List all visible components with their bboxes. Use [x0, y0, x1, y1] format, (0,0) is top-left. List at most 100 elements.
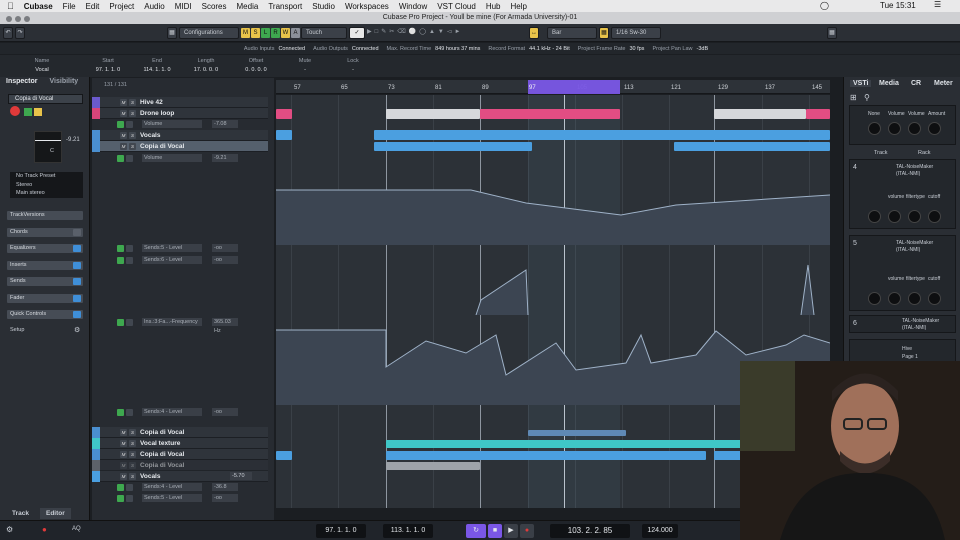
track-name[interactable]: Vocals	[140, 130, 160, 141]
event-drone[interactable]	[276, 109, 292, 119]
section-inserts[interactable]: Inserts	[7, 261, 83, 270]
event-copia-di-vocal[interactable]	[386, 451, 706, 460]
track-volume-value[interactable]: -5.70	[230, 472, 252, 480]
tab-visibility[interactable]: Visibility	[44, 77, 85, 87]
snap-icon[interactable]: ↔	[529, 26, 539, 39]
event-copia-di-vocal[interactable]	[528, 430, 626, 436]
automation-lane[interactable]: Sends:6 - Level -oo	[100, 256, 268, 265]
lane-param[interactable]: Volume	[142, 154, 202, 162]
section-equalizers[interactable]: Equalizers	[7, 244, 83, 253]
undo-icon[interactable]: ↶	[3, 26, 13, 39]
automation-lane[interactable]: Sends:5 - Level -oo	[100, 494, 268, 503]
menu-transport[interactable]: Transport	[268, 2, 302, 11]
quick-control-knob[interactable]	[888, 292, 901, 305]
menu-window[interactable]: Window	[399, 2, 427, 11]
track-name[interactable]: Copia di Vocal	[140, 141, 184, 152]
info-offset[interactable]: Offset 0. 0. 0. 0	[236, 57, 276, 75]
loop-range[interactable]: 97	[528, 80, 620, 94]
lane-value[interactable]: 365.03 Hz	[212, 318, 238, 334]
section-fader-toggle[interactable]	[73, 295, 81, 302]
volume-automation-curve[interactable]	[276, 155, 830, 275]
edit-tools[interactable]: ▶□✎✂⌫⚪◯▲▼◅►	[367, 26, 527, 39]
lane-value[interactable]: -9.21	[212, 154, 238, 162]
automation-lane[interactable]: Volume -7.08	[100, 120, 268, 129]
quick-control-knob[interactable]	[888, 122, 901, 135]
automation-lane[interactable]: Sends:4 - Level -oo	[100, 408, 268, 417]
track-section-label[interactable]: Track	[874, 150, 888, 156]
section-setup[interactable]: Setup	[10, 327, 24, 333]
position-display[interactable]: 103. 2. 2. 85	[550, 524, 630, 538]
event-copia-di-vocal[interactable]	[374, 142, 532, 151]
stop-button[interactable]: ■	[488, 524, 502, 538]
tab-cr[interactable]: CR	[911, 80, 921, 87]
window-layout-icon[interactable]: ▦	[827, 26, 837, 39]
left-locator[interactable]: 97. 1. 1. 0	[316, 524, 366, 538]
menu-hub[interactable]: Hub	[486, 2, 501, 11]
menu-scores[interactable]: Scores	[202, 2, 227, 11]
event-drone[interactable]	[480, 109, 620, 119]
instrument-slot[interactable]: 6 TAL-NoiseMaker (ITAL-NMI)	[849, 315, 956, 333]
track-name[interactable]: Vocals	[140, 471, 160, 482]
auto-quantize-label[interactable]: AQ	[72, 526, 81, 532]
lane-param[interactable]: Sends:4 - Level	[142, 408, 202, 416]
instrument-slot[interactable]: Hive Page 1	[849, 339, 956, 363]
menu-help[interactable]: Help	[511, 2, 527, 11]
mode-l[interactable]: L	[261, 27, 270, 38]
menu-studio[interactable]: Studio	[312, 2, 335, 11]
tab-vsti[interactable]: VSTi	[850, 80, 872, 87]
search-icon[interactable]: ⚲	[864, 93, 870, 102]
read-automation-button[interactable]	[24, 108, 32, 116]
section-quick-controls[interactable]: Quick Controls	[7, 310, 83, 319]
quick-control-knob[interactable]	[868, 122, 881, 135]
tempo-display[interactable]: 124.000	[642, 524, 678, 538]
play-button[interactable]: ▶	[504, 524, 518, 538]
tab-meter[interactable]: Meter	[934, 80, 953, 87]
track-name[interactable]: Copia di Vocal	[140, 449, 184, 460]
quick-control-knob[interactable]	[908, 210, 921, 223]
track-row-selected[interactable]: M S Copia di Vocal	[92, 141, 268, 152]
section-sends-toggle[interactable]	[73, 278, 81, 285]
info-end[interactable]: End 114. 1. 1. 0	[137, 57, 177, 75]
settings-icon[interactable]: ⚙	[6, 525, 13, 534]
track-row[interactable]: M S Vocals	[92, 130, 268, 141]
event-vocals[interactable]	[374, 130, 830, 140]
output-routing-field[interactable]: Main stereo	[16, 189, 83, 198]
quick-control-knob[interactable]	[888, 210, 901, 223]
cycle-button[interactable]: ↻	[466, 524, 486, 538]
section-sends[interactable]: Sends	[7, 277, 83, 286]
quantize-icon[interactable]: ▦	[599, 26, 609, 39]
lane-param[interactable]: Sends:4 - Level	[142, 483, 202, 491]
section-inserts-toggle[interactable]	[73, 262, 81, 269]
event-drone[interactable]	[386, 109, 480, 119]
event-copia-di-vocal[interactable]	[674, 142, 830, 151]
lane-value[interactable]: -oo	[212, 494, 238, 502]
section-chords-toggle[interactable]	[73, 229, 81, 236]
menu-workspaces[interactable]: Workspaces	[345, 2, 389, 11]
automation-lane[interactable]: Ins.:3:Fa...-Frequency 365.03 Hz	[100, 318, 268, 334]
info-start[interactable]: Start 97. 1. 1. 0	[88, 57, 128, 75]
track-row[interactable]: M S Copia di Vocal	[92, 427, 268, 438]
section-equalizers-toggle[interactable]	[73, 245, 81, 252]
lane-value[interactable]: -oo	[212, 256, 238, 264]
event-copia-di-vocal-muted[interactable]	[386, 462, 480, 470]
track-row-disabled[interactable]: M S Copia di Vocal	[92, 460, 268, 471]
rack-section-label[interactable]: Rack	[918, 150, 931, 156]
lane-value[interactable]: -7.08	[212, 120, 238, 128]
menu-vst-cloud[interactable]: VST Cloud	[437, 2, 476, 11]
layout-icon[interactable]: ▦	[167, 26, 177, 39]
track-row[interactable]: M S Drone loop	[92, 108, 268, 119]
app-menu[interactable]: Cubase	[24, 2, 53, 11]
lane-param[interactable]: Ins.:3:Fa...-Frequency	[142, 318, 202, 326]
tab-inspector[interactable]: Inspector	[0, 77, 44, 87]
track-name[interactable]: Copia di Vocal	[140, 460, 184, 471]
right-locator[interactable]: 113. 1. 1. 0	[383, 524, 433, 538]
volume-fader-display[interactable]	[34, 131, 62, 163]
instrument-slot[interactable]: 4 TAL-NoiseMaker (ITAL-NMI) volume filte…	[849, 159, 956, 229]
track-name[interactable]: Hive 42	[140, 97, 163, 108]
sends-automation-curve[interactable]	[276, 260, 830, 315]
section-chords[interactable]: Chords	[7, 228, 83, 237]
record-mode-icon[interactable]: ●	[42, 525, 47, 534]
lane-param[interactable]: Sends:5 - Level	[142, 494, 202, 502]
wifi-icon[interactable]: ◯	[820, 1, 829, 10]
menu-clock[interactable]: Tue 15:31	[880, 1, 916, 10]
